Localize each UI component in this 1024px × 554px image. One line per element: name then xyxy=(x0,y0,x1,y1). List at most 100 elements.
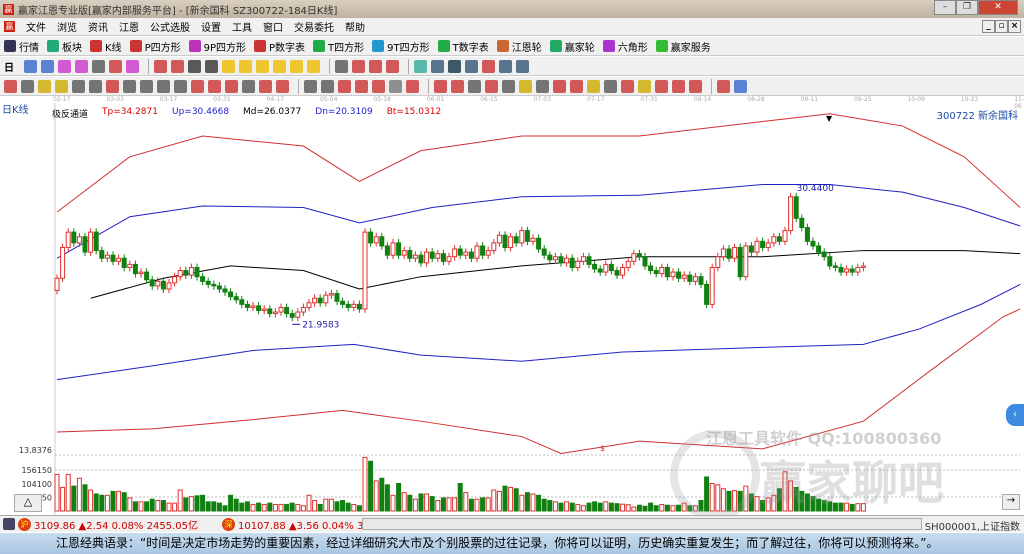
tool-icon[interactable] xyxy=(126,59,139,73)
tool-icon[interactable] xyxy=(259,79,272,93)
toolbar-button[interactable]: 行情 xyxy=(4,39,39,54)
tool-icon[interactable] xyxy=(672,79,685,93)
tool-icon[interactable] xyxy=(372,79,385,93)
tool-icon[interactable] xyxy=(553,79,566,93)
tool-icon[interactable] xyxy=(222,59,235,73)
tool-icon[interactable] xyxy=(386,59,399,73)
tool-icon[interactable] xyxy=(273,59,286,73)
tool-icon[interactable] xyxy=(502,79,515,93)
tool-icon[interactable] xyxy=(41,59,54,73)
tool-icon[interactable] xyxy=(604,79,617,93)
tool-icon[interactable] xyxy=(205,59,218,73)
menu-item[interactable]: 工具 xyxy=(232,19,252,34)
tool-icon[interactable] xyxy=(655,79,668,93)
toolbar-button[interactable]: 六角形 xyxy=(602,39,648,54)
tool-icon[interactable] xyxy=(38,79,51,93)
tool-icon[interactable] xyxy=(516,59,529,73)
menu-item[interactable]: 文件 xyxy=(26,19,46,34)
tool-icon[interactable] xyxy=(123,79,136,93)
tool-icon[interactable] xyxy=(208,79,221,93)
tool-icon[interactable] xyxy=(290,59,303,73)
tool-icon[interactable] xyxy=(434,79,447,93)
tool-icon[interactable] xyxy=(536,79,549,93)
tool-icon[interactable] xyxy=(24,59,37,73)
mdi-close-button[interactable]: × xyxy=(1008,20,1021,33)
tool-icon[interactable] xyxy=(21,79,34,93)
tool-icon[interactable] xyxy=(154,59,167,73)
side-expand-button[interactable]: ‹ xyxy=(1006,404,1024,426)
tool-icon[interactable] xyxy=(106,79,119,93)
tool-icon[interactable] xyxy=(485,79,498,93)
toolbar-button[interactable]: 板块 xyxy=(47,39,82,54)
toolbar-button[interactable]: P数字表 xyxy=(254,39,305,54)
menu-item[interactable]: 浏览 xyxy=(57,19,77,34)
index-selector[interactable]: SH000001,上证指数 xyxy=(925,518,1020,533)
menu-item[interactable]: 公式选股 xyxy=(150,19,190,34)
toolbar-button[interactable]: 江恩轮 xyxy=(496,39,542,54)
tool-icon[interactable] xyxy=(191,79,204,93)
volume-toggle-button[interactable]: △ xyxy=(14,494,42,512)
tool-icon[interactable] xyxy=(468,79,481,93)
toolbar-button[interactable]: 9T四方形 xyxy=(372,39,430,54)
tool-icon[interactable] xyxy=(307,59,320,73)
tool-icon[interactable] xyxy=(188,59,201,73)
tool-icon[interactable] xyxy=(157,79,170,93)
period-dropdown[interactable]: 日 xyxy=(4,59,14,74)
menu-item[interactable]: 设置 xyxy=(201,19,221,34)
menu-item[interactable]: 资讯 xyxy=(88,19,108,34)
tool-icon[interactable] xyxy=(448,59,461,73)
tool-icon[interactable] xyxy=(256,59,269,73)
restore-button[interactable]: ❐ xyxy=(956,0,978,15)
horizontal-scrollbar[interactable] xyxy=(362,518,922,530)
menu-item[interactable]: 窗口 xyxy=(263,19,283,34)
toolbar-button[interactable]: T数字表 xyxy=(437,39,489,54)
tool-icon[interactable] xyxy=(304,79,317,93)
tool-icon[interactable] xyxy=(406,79,419,93)
mdi-restore-button[interactable]: ▫ xyxy=(995,20,1008,33)
tool-icon[interactable] xyxy=(621,79,634,93)
tool-icon[interactable] xyxy=(369,59,382,73)
tool-icon[interactable] xyxy=(431,59,444,73)
tool-icon[interactable] xyxy=(717,79,730,93)
tool-icon[interactable] xyxy=(89,79,102,93)
menu-item[interactable]: 帮助 xyxy=(345,19,365,34)
tool-icon[interactable] xyxy=(58,59,71,73)
tool-icon[interactable] xyxy=(140,79,153,93)
tool-icon[interactable] xyxy=(414,59,427,73)
tool-icon[interactable] xyxy=(465,59,478,73)
menu-item[interactable]: 江恩 xyxy=(119,19,139,34)
tool-icon[interactable] xyxy=(355,79,368,93)
tool-icon[interactable] xyxy=(72,79,85,93)
calculator-icon[interactable] xyxy=(3,518,15,530)
tool-icon[interactable] xyxy=(171,59,184,73)
tool-icon[interactable] xyxy=(239,59,252,73)
tool-icon[interactable] xyxy=(321,79,334,93)
minimize-button[interactable]: – xyxy=(934,0,956,15)
tool-icon[interactable] xyxy=(482,59,495,73)
tool-icon[interactable] xyxy=(174,79,187,93)
tool-icon[interactable] xyxy=(389,79,402,93)
tool-icon[interactable] xyxy=(519,79,532,93)
tool-icon[interactable] xyxy=(109,59,122,73)
toolbar-button[interactable]: 赢家轮 xyxy=(549,39,595,54)
tool-icon[interactable] xyxy=(352,59,365,73)
tool-icon[interactable] xyxy=(638,79,651,93)
toolbar-button[interactable]: P四方形 xyxy=(129,39,181,54)
menu-item[interactable]: 交易委托 xyxy=(294,19,334,34)
tool-icon[interactable] xyxy=(689,79,702,93)
toolbar-button[interactable]: T四方形 xyxy=(313,39,364,54)
tool-icon[interactable] xyxy=(92,59,105,73)
toolbar-button[interactable]: 赢家服务 xyxy=(655,39,711,54)
toolbar-button[interactable]: 9P四方形 xyxy=(188,39,246,54)
tool-icon[interactable] xyxy=(55,79,68,93)
tool-icon[interactable] xyxy=(499,59,512,73)
tool-icon[interactable] xyxy=(242,79,255,93)
close-button[interactable]: ✕ xyxy=(978,0,1018,15)
tool-icon[interactable] xyxy=(335,59,348,73)
tool-icon[interactable] xyxy=(587,79,600,93)
tool-icon[interactable] xyxy=(225,79,238,93)
tool-icon[interactable] xyxy=(276,79,289,93)
tool-icon[interactable] xyxy=(451,79,464,93)
tool-icon[interactable] xyxy=(75,59,88,73)
tool-icon[interactable] xyxy=(4,79,17,93)
